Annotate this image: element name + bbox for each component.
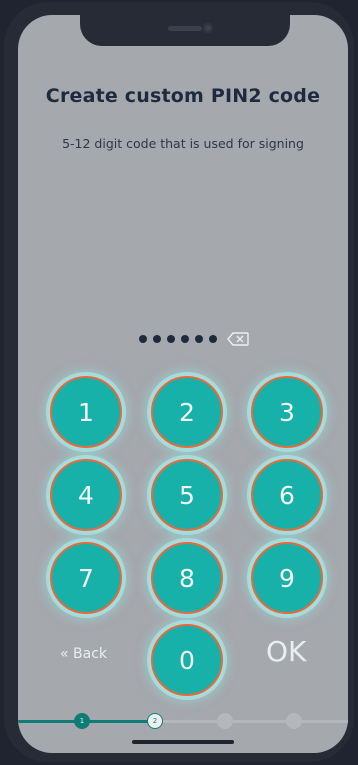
key-3[interactable]: 3	[251, 376, 323, 448]
key-7[interactable]: 7	[50, 542, 122, 614]
camera-icon	[203, 23, 213, 33]
pin-dot	[153, 335, 161, 343]
step-4: 4	[286, 713, 302, 729]
pin-dot	[139, 335, 147, 343]
key-0[interactable]: 0	[151, 624, 223, 696]
step-1: 1	[74, 713, 90, 729]
home-indicator	[132, 740, 234, 744]
page-title: Create custom PIN2 code	[45, 85, 321, 107]
key-5[interactable]: 5	[151, 459, 223, 531]
notch	[80, 15, 290, 46]
page-subtitle: 5-12 digit code that is used for signing	[62, 136, 304, 151]
step-3: 3	[217, 713, 233, 729]
key-9[interactable]: 9	[251, 542, 323, 614]
back-button[interactable]: « Back	[60, 646, 107, 662]
pin-dot	[195, 335, 203, 343]
phone-frame: Create custom PIN2 code 5-12 digit code …	[4, 2, 354, 762]
key-1[interactable]: 1	[50, 376, 122, 448]
pin-dot	[181, 335, 189, 343]
pin-dot	[167, 335, 175, 343]
app-screen: Create custom PIN2 code 5-12 digit code …	[18, 15, 348, 753]
step-2: 2	[147, 713, 163, 729]
key-6[interactable]: 6	[251, 459, 323, 531]
pin-indicator	[139, 332, 249, 346]
key-8[interactable]: 8	[151, 542, 223, 614]
backspace-icon[interactable]	[227, 332, 249, 346]
speaker-icon	[168, 26, 202, 31]
key-4[interactable]: 4	[50, 459, 122, 531]
key-2[interactable]: 2	[151, 376, 223, 448]
ok-button[interactable]: OK	[266, 635, 306, 668]
pin-dot	[209, 335, 217, 343]
